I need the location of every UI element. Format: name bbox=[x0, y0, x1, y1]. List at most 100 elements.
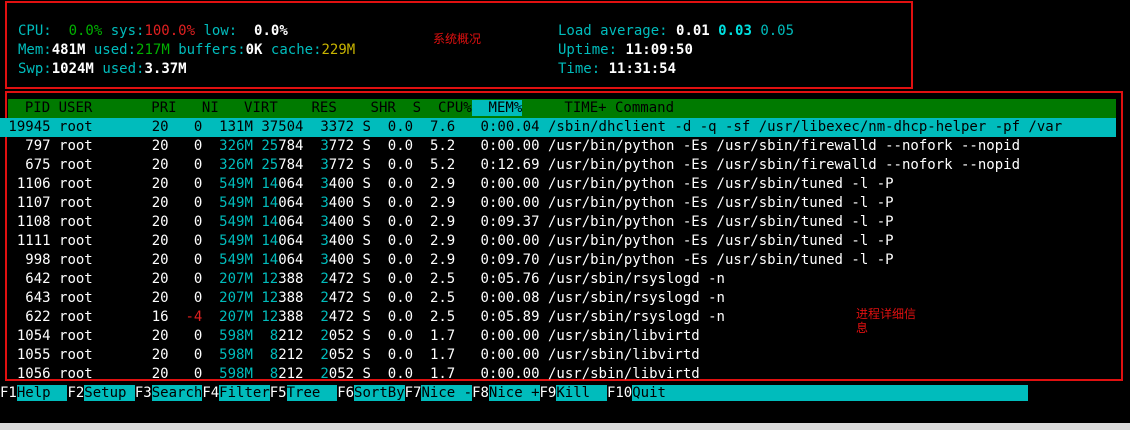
function-key-nice-button[interactable]: Nice - bbox=[421, 385, 473, 401]
time-cell: 0:00.00 bbox=[455, 138, 540, 154]
cpu-cell: 0.0 bbox=[370, 290, 414, 306]
command-cell: /usr/sbin/rsyslogd -n bbox=[547, 309, 725, 325]
nice-cell: 0 bbox=[168, 328, 203, 344]
pid-cell: 1108 bbox=[0, 214, 51, 230]
column-header-res: RES bbox=[277, 100, 337, 116]
state-cell: S bbox=[354, 119, 371, 135]
user-cell: root bbox=[59, 347, 135, 363]
uptime: Uptime: 11:09:50 bbox=[558, 42, 693, 58]
shr-cell-low: 400 bbox=[328, 176, 355, 192]
system-overview-annotation: 系统概况 bbox=[433, 32, 482, 46]
fkey-f6: F6 bbox=[337, 385, 355, 401]
fkey-f4: F4 bbox=[202, 385, 220, 401]
nice-cell: 0 bbox=[168, 138, 203, 154]
shr-cell-high: 3 bbox=[303, 214, 329, 230]
nice-cell: 0 bbox=[168, 290, 203, 306]
virt-cell: 598M bbox=[202, 366, 253, 382]
process-row[interactable]: 1056 root 20 0 598M 8212 2052 S 0.0 1.7 … bbox=[0, 365, 700, 384]
process-row[interactable]: 1111 root 20 0 549M 14064 3400 S 0.0 2.9… bbox=[0, 232, 894, 251]
swap-meter: Swp:1024M used:3.37M bbox=[18, 61, 187, 77]
process-row[interactable]: 1108 root 20 0 549M 14064 3400 S 0.0 2.9… bbox=[0, 213, 894, 232]
process-row[interactable]: 797 root 20 0 326M 25784 3772 S 0.0 5.2 … bbox=[0, 137, 1020, 156]
virt-cell: 549M bbox=[202, 176, 253, 192]
process-row[interactable]: 998 root 20 0 549M 14064 3400 S 0.0 2.9 … bbox=[0, 251, 893, 270]
time-cell: 0:00.08 bbox=[455, 290, 540, 306]
state-cell: S bbox=[354, 157, 371, 173]
shr-cell-high: 2 bbox=[303, 271, 329, 287]
user-cell: root bbox=[59, 233, 135, 249]
shr-cell-high: 2 bbox=[303, 366, 329, 382]
cpu-cell: 0.0 bbox=[370, 119, 414, 135]
virt-cell: 326M bbox=[202, 138, 253, 154]
res-cell-high: 8 bbox=[252, 347, 279, 363]
function-key-sortby-button[interactable]: SortBy bbox=[354, 385, 405, 401]
function-key-tree-button[interactable]: Tree bbox=[286, 385, 338, 401]
virt-cell: 549M bbox=[202, 195, 253, 211]
user-cell: root bbox=[59, 119, 135, 135]
column-header-virt: VIRT bbox=[218, 100, 278, 116]
nice-cell: 0 bbox=[168, 119, 203, 135]
virt-cell: 207M bbox=[202, 271, 253, 287]
function-key-kill-button[interactable]: Kill bbox=[556, 385, 607, 401]
shr-cell-low: 400 bbox=[328, 252, 355, 268]
res-cell-high: 25 bbox=[252, 138, 279, 154]
nice-cell: 0 bbox=[168, 347, 203, 363]
virt-cell: 326M bbox=[202, 157, 253, 173]
function-key-search-button[interactable]: Search bbox=[151, 385, 203, 401]
load-average: Load average: 0.01 0.03 0.05 bbox=[558, 23, 795, 39]
priority-cell: 20 bbox=[134, 176, 169, 192]
process-row-selected[interactable]: 19945 root 20 0 131M 37504 3372 S 0.0 7.… bbox=[0, 118, 1116, 137]
process-row[interactable]: 1107 root 20 0 549M 14064 3400 S 0.0 2.9… bbox=[0, 194, 894, 213]
shr-cell-high: 3 bbox=[303, 119, 329, 135]
state-cell: S bbox=[354, 347, 371, 363]
function-key-help-button[interactable]: Help bbox=[16, 385, 68, 401]
cpu-cell: 0.0 bbox=[370, 157, 414, 173]
fkey-f5: F5 bbox=[269, 385, 287, 401]
shr-cell-low: 472 bbox=[328, 309, 355, 325]
time-cell: 0:09.37 bbox=[455, 214, 540, 230]
virt-cell: 549M bbox=[202, 214, 253, 230]
htop-terminal: 系统概况 进程详细信 息 CPU: 0.0% sys:100.0% low: 0… bbox=[0, 0, 1130, 430]
cpu-meter: CPU: 0.0% sys:100.0% low: 0.0% bbox=[18, 23, 288, 39]
mem-cell: 5.2 bbox=[413, 138, 456, 154]
state-cell: S bbox=[354, 271, 371, 287]
pid-cell: 797 bbox=[0, 138, 51, 154]
column-header-s: S bbox=[395, 100, 422, 116]
command-cell: /usr/bin/python -Es /usr/sbin/tuned -l -… bbox=[547, 195, 894, 211]
user-cell: root bbox=[59, 195, 135, 211]
fkey-f3: F3 bbox=[134, 385, 152, 401]
process-row[interactable]: 642 root 20 0 207M 12388 2472 S 0.0 2.5 … bbox=[0, 270, 725, 289]
shr-cell-high: 3 bbox=[303, 195, 329, 211]
res-cell-low: 784 bbox=[278, 138, 304, 154]
function-key-filter-button[interactable]: Filter bbox=[219, 385, 270, 401]
process-row[interactable]: 675 root 20 0 326M 25784 3772 S 0.0 5.2 … bbox=[0, 156, 1020, 175]
cpu-cell: 0.0 bbox=[370, 309, 414, 325]
cpu-cell: 0.0 bbox=[370, 233, 414, 249]
pid-cell: 675 bbox=[0, 157, 51, 173]
nice-cell: 0 bbox=[168, 157, 203, 173]
shr-cell-low: 400 bbox=[328, 233, 355, 249]
column-header-cpu: CPU% bbox=[421, 100, 472, 116]
process-row[interactable]: 622 root 16 -4 207M 12388 2472 S 0.0 2.5… bbox=[0, 308, 725, 327]
cpu-cell: 0.0 bbox=[370, 138, 414, 154]
time-cell: 0:05.76 bbox=[455, 271, 540, 287]
process-row[interactable]: 1055 root 20 0 598M 8212 2052 S 0.0 1.7 … bbox=[0, 346, 700, 365]
user-cell: root bbox=[59, 290, 135, 306]
function-key-setup-button[interactable]: Setup bbox=[84, 385, 135, 401]
user-cell: root bbox=[59, 157, 135, 173]
process-row[interactable]: 1106 root 20 0 549M 14064 3400 S 0.0 2.9… bbox=[0, 175, 894, 194]
res-cell-high: 25 bbox=[252, 157, 279, 173]
state-cell: S bbox=[354, 195, 371, 211]
function-key-quit-button[interactable]: Quit bbox=[632, 385, 1029, 401]
process-table-header[interactable]: PID USER PRI NI VIRT RES SHR S CPU% MEM%… bbox=[8, 99, 1116, 118]
user-cell: root bbox=[59, 252, 135, 268]
res-cell-high: 12 bbox=[252, 309, 279, 325]
fkey-f7: F7 bbox=[404, 385, 422, 401]
pid-cell: 998 bbox=[0, 252, 51, 268]
function-key-nice-button[interactable]: Nice + bbox=[488, 385, 540, 401]
time-cell: 0:12.69 bbox=[455, 157, 540, 173]
process-row[interactable]: 1054 root 20 0 598M 8212 2052 S 0.0 1.7 … bbox=[0, 327, 700, 346]
process-row[interactable]: 643 root 20 0 207M 12388 2472 S 0.0 2.5 … bbox=[0, 289, 725, 308]
priority-cell: 20 bbox=[134, 347, 169, 363]
cpu-cell: 0.0 bbox=[370, 271, 414, 287]
